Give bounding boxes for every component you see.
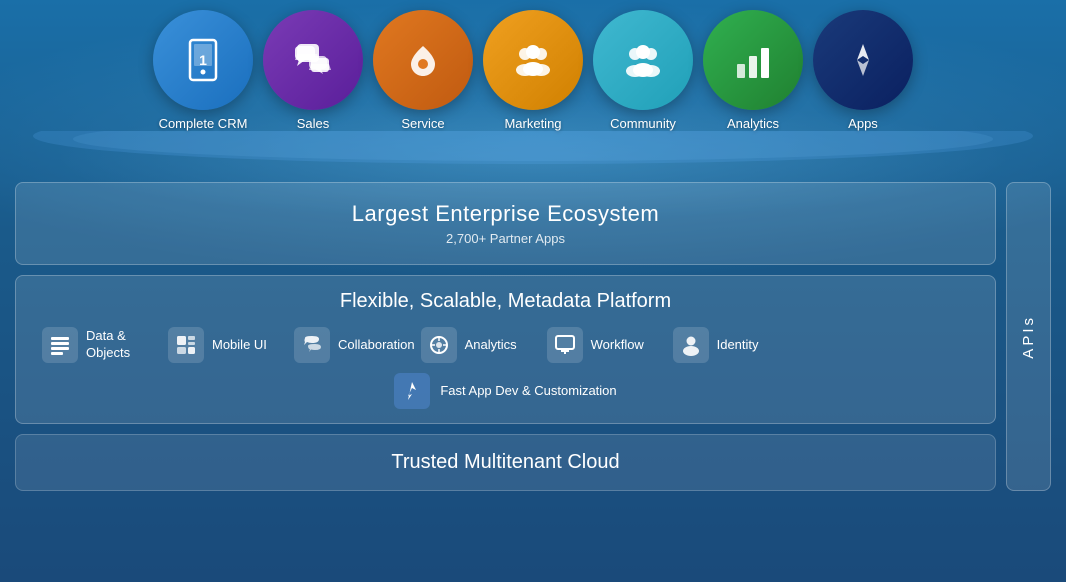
icon-item-crm[interactable]: 1 Complete CRM <box>153 10 253 131</box>
ecosystem-box: Largest Enterprise Ecosystem 2,700+ Part… <box>15 182 996 265</box>
ecosystem-subtitle: 2,700+ Partner Apps <box>36 231 975 246</box>
fast-app-row: Fast App Dev & Customization <box>32 373 979 409</box>
apis-panel: APIs <box>1006 182 1051 491</box>
platform-item-identity: Identity <box>673 327 793 363</box>
marketing-label: Marketing <box>504 116 561 131</box>
platform-title: Flexible, Scalable, Metadata Platform <box>32 290 979 313</box>
marketing-icon-circle <box>483 10 583 110</box>
service-label: Service <box>401 116 444 131</box>
service-icon-circle <box>373 10 473 110</box>
analytics-platform-icon <box>421 327 457 363</box>
crm-label: Complete CRM <box>159 116 248 131</box>
analytics-platform-label: Analytics <box>465 337 517 354</box>
icon-item-community[interactable]: Community <box>593 10 693 131</box>
crm-icon-circle: 1 <box>153 10 253 110</box>
analytics-label: Analytics <box>727 116 779 131</box>
icon-item-service[interactable]: Service <box>373 10 473 131</box>
identity-icon <box>673 327 709 363</box>
cloud-box: Trusted Multitenant Cloud <box>15 434 996 491</box>
main-content: Largest Enterprise Ecosystem 2,700+ Part… <box>0 170 1066 503</box>
workflow-icon <box>547 327 583 363</box>
icons-row: 1 Complete CRM Sale <box>0 0 1066 131</box>
fast-app-icon <box>394 373 430 409</box>
fast-app-item: Fast App Dev & Customization <box>394 373 616 409</box>
platform-box: Flexible, Scalable, Metadata Platform Da… <box>15 275 996 424</box>
mobile-ui-icon <box>168 327 204 363</box>
platform-item-collaboration: Collaboration <box>294 327 415 363</box>
left-panel: Largest Enterprise Ecosystem 2,700+ Part… <box>15 182 996 491</box>
mobile-ui-label: Mobile UI <box>212 337 267 354</box>
platform-item-mobile: Mobile UI <box>168 327 288 363</box>
collaboration-icon <box>294 327 330 363</box>
platform-items: Data &Objects Mobile UI <box>32 327 979 363</box>
fast-app-label: Fast App Dev & Customization <box>440 383 616 400</box>
ecosystem-title: Largest Enterprise Ecosystem <box>36 201 975 227</box>
data-objects-label: Data &Objects <box>86 328 130 362</box>
apps-label: Apps <box>848 116 878 131</box>
sales-icon-circle <box>263 10 363 110</box>
platform-item-analytics: Analytics <box>421 327 541 363</box>
platform-item-data: Data &Objects <box>42 327 162 363</box>
data-objects-icon <box>42 327 78 363</box>
platform-item-workflow: Workflow <box>547 327 667 363</box>
svg-text:1: 1 <box>199 52 207 68</box>
icon-item-analytics[interactable]: Analytics <box>703 10 803 131</box>
identity-label: Identity <box>717 337 759 354</box>
community-icon-circle <box>593 10 693 110</box>
workflow-label: Workflow <box>591 337 644 354</box>
collaboration-label: Collaboration <box>338 337 415 354</box>
apps-icon-circle <box>813 10 913 110</box>
wave-separator <box>0 131 1066 166</box>
icon-item-apps[interactable]: Apps <box>813 10 913 131</box>
icon-item-marketing[interactable]: Marketing <box>483 10 583 131</box>
community-label: Community <box>610 116 676 131</box>
icon-item-sales[interactable]: Sales <box>263 10 363 131</box>
apis-label: APIs <box>1020 315 1037 359</box>
analytics-icon-circle <box>703 10 803 110</box>
cloud-title: Trusted Multitenant Cloud <box>32 451 979 474</box>
sales-label: Sales <box>297 116 330 131</box>
